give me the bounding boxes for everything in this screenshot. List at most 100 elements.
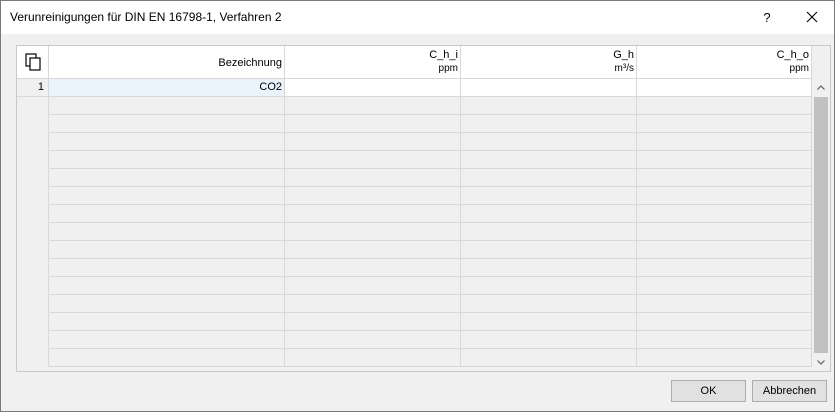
scrollbar-thumb[interactable] bbox=[814, 97, 828, 353]
empty-cell bbox=[49, 259, 285, 277]
empty-table-row bbox=[17, 223, 812, 241]
empty-cell bbox=[49, 97, 285, 115]
empty-cell bbox=[17, 169, 49, 187]
empty-cell bbox=[461, 151, 637, 169]
empty-cell bbox=[637, 115, 812, 133]
column-header-c-h-i[interactable]: C_h_i ppm bbox=[285, 46, 461, 79]
cell-c-h-i[interactable] bbox=[285, 79, 461, 97]
empty-cell bbox=[461, 331, 637, 349]
empty-cell bbox=[17, 97, 49, 115]
empty-cell bbox=[285, 169, 461, 187]
empty-cell bbox=[49, 349, 285, 367]
cell-bezeichnung[interactable]: CO2 bbox=[49, 79, 285, 97]
empty-cell bbox=[285, 187, 461, 205]
empty-cell bbox=[637, 169, 812, 187]
empty-cell bbox=[49, 331, 285, 349]
empty-cell bbox=[637, 133, 812, 151]
empty-cell bbox=[637, 313, 812, 331]
empty-cell bbox=[285, 331, 461, 349]
empty-table-row bbox=[17, 187, 812, 205]
copy-table-button[interactable] bbox=[17, 46, 49, 79]
empty-cell bbox=[17, 295, 49, 313]
empty-cell bbox=[49, 313, 285, 331]
help-button[interactable]: ? bbox=[745, 1, 789, 33]
empty-table-row bbox=[17, 277, 812, 295]
column-header-bezeichnung[interactable]: Bezeichnung bbox=[49, 46, 285, 79]
column-header-label: C_h_o bbox=[776, 49, 809, 61]
column-header-g-h[interactable]: G_h m³/s bbox=[461, 46, 637, 79]
empty-cell bbox=[637, 187, 812, 205]
empty-cell bbox=[637, 331, 812, 349]
empty-cell bbox=[49, 187, 285, 205]
empty-cell bbox=[285, 259, 461, 277]
chevron-up-icon bbox=[817, 85, 825, 90]
close-icon bbox=[806, 11, 818, 23]
empty-cell bbox=[17, 205, 49, 223]
cancel-button[interactable]: Abbrechen bbox=[752, 380, 827, 402]
empty-cell bbox=[49, 115, 285, 133]
copy-icon bbox=[24, 53, 41, 71]
empty-cell bbox=[461, 259, 637, 277]
column-header-unit: m³/s bbox=[614, 63, 634, 74]
empty-cell bbox=[637, 295, 812, 313]
empty-cell bbox=[461, 115, 637, 133]
empty-cell bbox=[637, 259, 812, 277]
empty-cell bbox=[285, 133, 461, 151]
empty-cell bbox=[461, 223, 637, 241]
scroll-up-button[interactable] bbox=[812, 79, 830, 96]
empty-cell bbox=[637, 151, 812, 169]
chevron-down-icon bbox=[817, 360, 825, 365]
empty-cell bbox=[285, 223, 461, 241]
table-row[interactable]: 1 CO2 bbox=[17, 79, 812, 97]
cell-c-h-o[interactable] bbox=[637, 79, 812, 97]
empty-cell bbox=[637, 349, 812, 367]
vertical-scrollbar[interactable] bbox=[812, 79, 830, 371]
empty-cell bbox=[637, 223, 812, 241]
empty-cell bbox=[49, 133, 285, 151]
empty-cell bbox=[17, 259, 49, 277]
empty-cell bbox=[285, 241, 461, 259]
column-header-label: C_h_i bbox=[429, 49, 458, 61]
empty-cell bbox=[461, 205, 637, 223]
empty-cell bbox=[285, 151, 461, 169]
empty-table-row bbox=[17, 331, 812, 349]
empty-cell bbox=[461, 169, 637, 187]
empty-cell bbox=[637, 277, 812, 295]
empty-cell bbox=[17, 133, 49, 151]
empty-table-row bbox=[17, 241, 812, 259]
empty-cell bbox=[49, 241, 285, 259]
row-header[interactable]: 1 bbox=[17, 79, 49, 97]
empty-cell bbox=[461, 349, 637, 367]
empty-cell bbox=[49, 223, 285, 241]
empty-table-row bbox=[17, 349, 812, 367]
empty-table-row bbox=[17, 115, 812, 133]
empty-cell bbox=[461, 277, 637, 295]
empty-cell bbox=[17, 313, 49, 331]
empty-cell bbox=[17, 277, 49, 295]
empty-cell bbox=[17, 349, 49, 367]
empty-table-row bbox=[17, 133, 812, 151]
empty-cell bbox=[285, 313, 461, 331]
empty-table-row bbox=[17, 313, 812, 331]
empty-cell bbox=[17, 331, 49, 349]
empty-cell bbox=[461, 97, 637, 115]
empty-cell bbox=[637, 97, 812, 115]
empty-cell bbox=[285, 277, 461, 295]
title-bar: Verunreinigungen für DIN EN 16798-1, Ver… bbox=[1, 1, 834, 34]
column-header-unit: ppm bbox=[789, 63, 809, 74]
empty-cell bbox=[49, 169, 285, 187]
empty-cell bbox=[285, 205, 461, 223]
ok-button[interactable]: OK bbox=[671, 380, 746, 402]
column-header-c-h-o[interactable]: C_h_o ppm bbox=[637, 46, 812, 79]
empty-cell bbox=[17, 115, 49, 133]
empty-table-row bbox=[17, 205, 812, 223]
scroll-down-button[interactable] bbox=[812, 354, 830, 371]
dialog-window: Verunreinigungen für DIN EN 16798-1, Ver… bbox=[0, 0, 835, 412]
empty-table-row bbox=[17, 169, 812, 187]
contaminants-table: Bezeichnung C_h_i ppm G_h m³/s C_h_o ppm… bbox=[16, 45, 831, 372]
empty-cell bbox=[49, 277, 285, 295]
close-button[interactable] bbox=[790, 1, 834, 33]
cell-g-h[interactable] bbox=[461, 79, 637, 97]
empty-cell bbox=[461, 187, 637, 205]
empty-cell bbox=[461, 241, 637, 259]
